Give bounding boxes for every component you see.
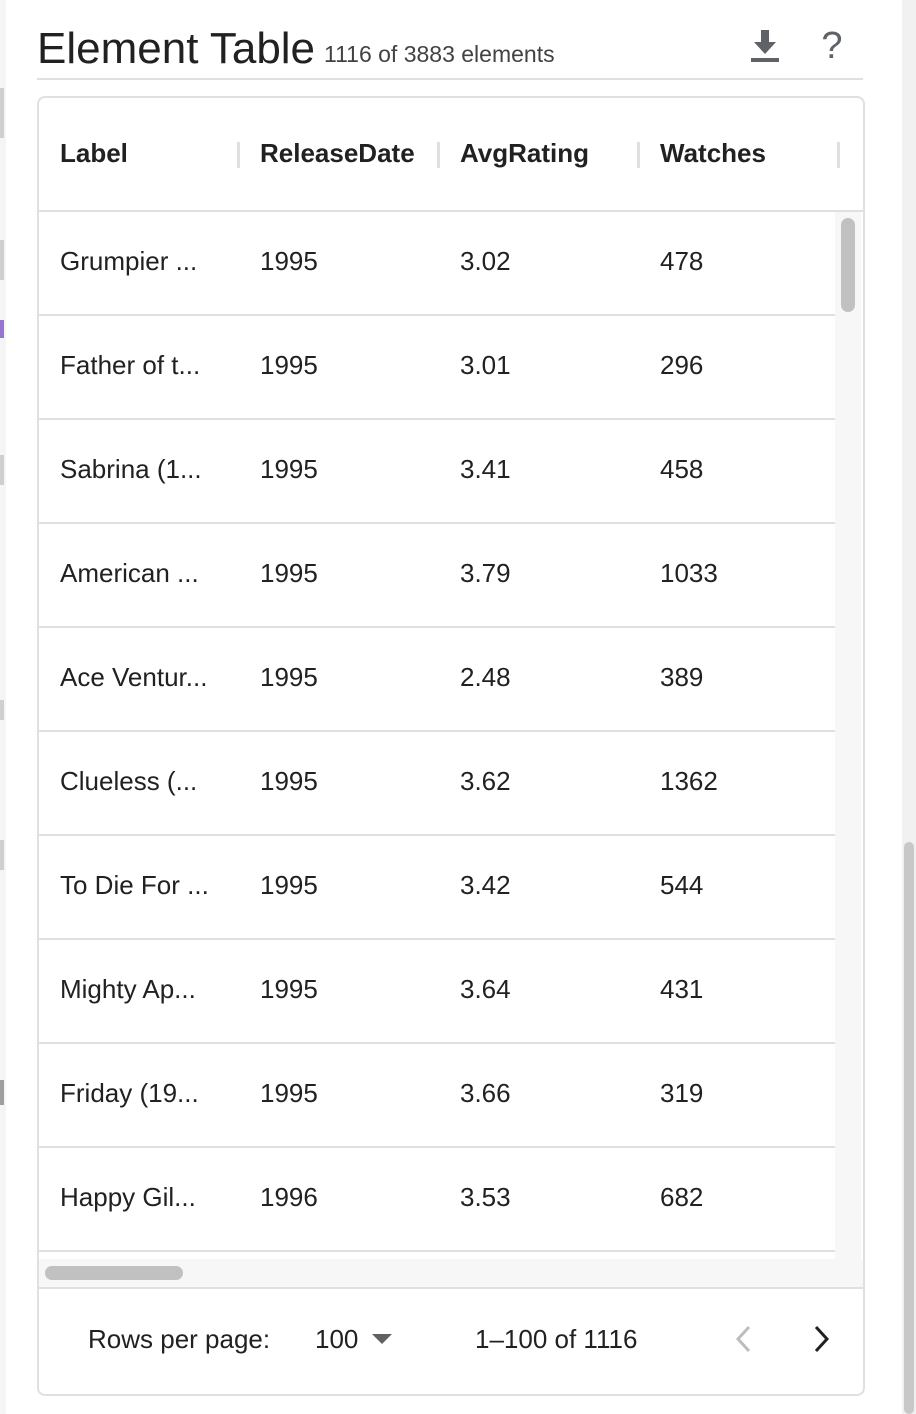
vertical-scrollbar-thumb[interactable] [841, 218, 855, 312]
element-count: 1116 of 3883 elements [324, 41, 555, 67]
column-header-releasedate[interactable]: ReleaseDate [260, 138, 415, 169]
column-resize-handle[interactable] [437, 142, 440, 168]
cell-watches: 1362 [660, 766, 718, 796]
page-scrollbar-thumb[interactable] [904, 842, 914, 1414]
table-row[interactable]: American ... 1995 3.79 1033 [39, 524, 835, 628]
column-resize-handle[interactable] [637, 142, 640, 168]
column-resize-handle[interactable] [837, 142, 840, 168]
cell-release-date: 1996 [260, 1182, 318, 1212]
page-title: Element Table [37, 24, 316, 73]
cell-release-date: 1995 [260, 454, 318, 484]
help-button[interactable]: ? [812, 24, 852, 67]
table-row[interactable]: Grumpier ... 1995 3.02 478 [39, 212, 835, 316]
cell-release-date: 1995 [260, 1078, 318, 1108]
edge-mark [0, 455, 4, 485]
cell-release-date: 1995 [260, 766, 318, 796]
cell-label: American ... [60, 558, 199, 588]
next-page-button[interactable] [799, 1317, 843, 1361]
download-icon [751, 30, 779, 62]
cell-release-date: 1995 [260, 350, 318, 380]
cell-avg-rating: 3.01 [460, 350, 511, 380]
table-row[interactable]: Ace Ventur... 1995 2.48 389 [39, 628, 835, 732]
cell-label: Ace Ventur... [60, 662, 208, 692]
cell-release-date: 1995 [260, 558, 318, 588]
cell-label: Father of t... [60, 350, 201, 380]
table-row[interactable]: Mighty Ap... 1995 3.64 431 [39, 940, 835, 1044]
help-icon: ? [821, 24, 843, 67]
cell-avg-rating: 3.42 [460, 870, 511, 900]
rows-per-page-select[interactable]: 100 [315, 1322, 393, 1356]
chevron-down-icon [372, 1334, 393, 1344]
edge-mark [0, 240, 4, 280]
column-header-label[interactable]: Label [60, 138, 128, 169]
edge-mark [0, 1080, 4, 1105]
table-row[interactable]: To Die For ... 1995 3.42 544 [39, 836, 835, 940]
cell-release-date: 1995 [260, 246, 318, 276]
element-table-panel: Element Table 1116 of 3883 elements ? La… [0, 0, 916, 1414]
rows-per-page-value: 100 [315, 1323, 359, 1354]
cell-watches: 319 [660, 1078, 704, 1108]
edge-mark [0, 88, 4, 138]
cell-avg-rating: 2.48 [460, 662, 511, 692]
cell-avg-rating: 3.64 [460, 974, 511, 1004]
left-edge-sliver [0, 0, 6, 1414]
cell-label: Sabrina (1... [60, 454, 202, 484]
table-row[interactable]: Happy Gil... 1996 3.53 682 [39, 1148, 835, 1252]
cell-release-date: 1995 [260, 662, 318, 692]
pagination-range: 1–100 of 1116 [475, 1324, 638, 1354]
cell-label: Happy Gil... [60, 1182, 196, 1212]
cell-label: Friday (19... [60, 1078, 199, 1108]
horizontal-scrollbar-thumb[interactable] [45, 1266, 183, 1280]
cell-watches: 458 [660, 454, 704, 484]
table-pagination: Rows per page: 100 1–100 of 1116 [39, 1289, 863, 1394]
table-horizontal-scrollbar[interactable] [39, 1259, 863, 1289]
column-resize-handle[interactable] [237, 142, 240, 168]
cell-avg-rating: 3.62 [460, 766, 511, 796]
previous-page-button[interactable] [722, 1317, 766, 1361]
cell-avg-rating: 3.79 [460, 558, 511, 588]
chevron-right-icon [814, 1325, 830, 1353]
cell-label: Mighty Ap... [60, 974, 196, 1004]
edge-mark [0, 700, 4, 720]
cell-watches: 544 [660, 870, 704, 900]
table-row[interactable]: Friday (19... 1995 3.66 319 [39, 1044, 835, 1148]
cell-watches: 478 [660, 246, 704, 276]
cell-avg-rating: 3.41 [460, 454, 511, 484]
cell-avg-rating: 3.53 [460, 1182, 511, 1212]
cell-watches: 1033 [660, 558, 718, 588]
table-row[interactable]: Clueless (... 1995 3.62 1362 [39, 732, 835, 836]
cell-watches: 296 [660, 350, 704, 380]
cell-watches: 431 [660, 974, 704, 1004]
table-head: Label ReleaseDate AvgRating Watches [39, 98, 863, 212]
data-table: Label ReleaseDate AvgRating Watches Grum… [37, 96, 865, 1396]
cell-watches: 389 [660, 662, 704, 692]
cell-label: Clueless (... [60, 766, 198, 796]
rows-per-page-label: Rows per page: [88, 1324, 271, 1354]
cell-label: Grumpier ... [60, 246, 198, 276]
table-row[interactable]: Sabrina (1... 1995 3.41 458 [39, 420, 835, 524]
cell-label: To Die For ... [60, 870, 209, 900]
cell-avg-rating: 3.66 [460, 1078, 511, 1108]
table-row[interactable]: Father of t... 1995 3.01 296 [39, 316, 835, 420]
cell-release-date: 1995 [260, 870, 318, 900]
edge-mark [0, 840, 4, 870]
download-button[interactable] [745, 26, 785, 66]
chevron-left-icon [735, 1325, 751, 1353]
table-header-bar: Element Table 1116 of 3883 elements ? [37, 20, 863, 80]
cell-release-date: 1995 [260, 974, 318, 1004]
edge-mark [0, 320, 4, 338]
cell-watches: 682 [660, 1182, 704, 1212]
table-body: Grumpier ... 1995 3.02 478 Father of t..… [39, 212, 835, 1259]
column-header-watches[interactable]: Watches [660, 138, 766, 169]
table-vertical-scrollbar[interactable] [835, 212, 861, 1259]
column-header-avgrating[interactable]: AvgRating [460, 138, 589, 169]
page-scrollbar[interactable] [902, 0, 916, 1414]
cell-avg-rating: 3.02 [460, 246, 511, 276]
